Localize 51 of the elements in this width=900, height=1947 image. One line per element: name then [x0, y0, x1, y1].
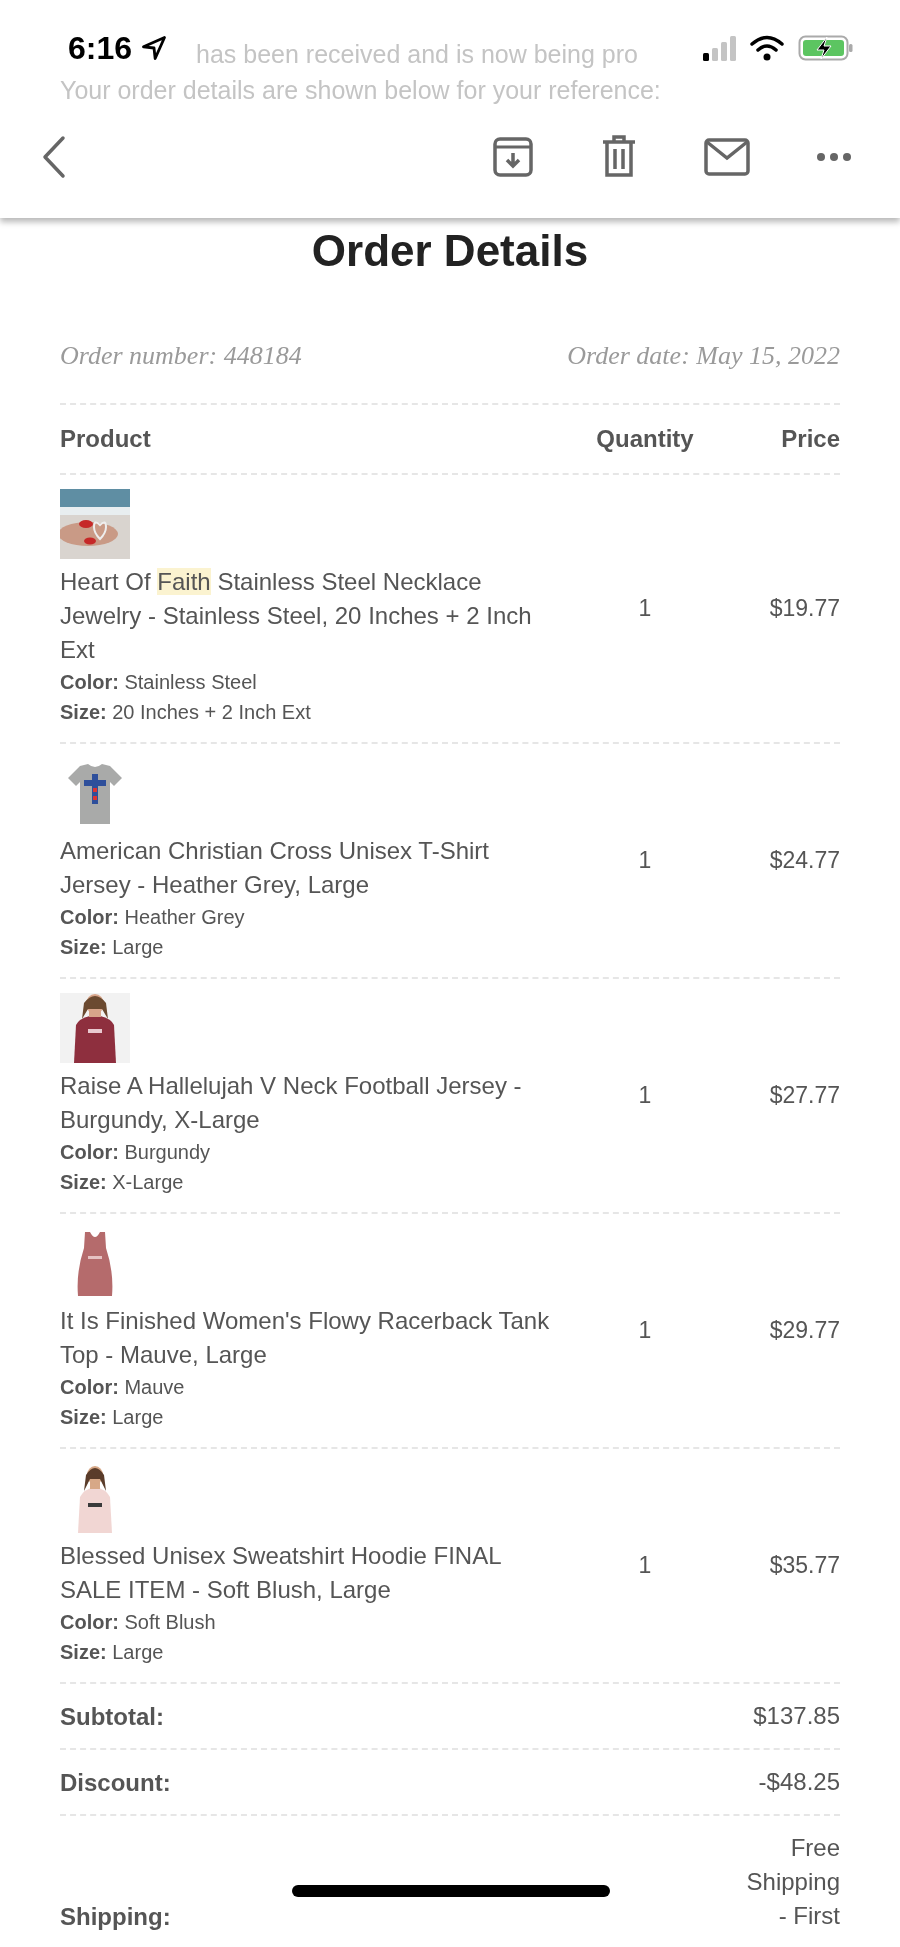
- product-size: Size: Large: [60, 935, 164, 960]
- page-title: Order Details: [311, 225, 589, 277]
- product-color: Color: Mauve: [60, 1375, 185, 1400]
- total-label: Shipping:: [60, 1902, 171, 1932]
- product-size: Size: Large: [60, 1405, 164, 1430]
- price: $35.77: [768, 1550, 840, 1580]
- archive-icon: [492, 136, 534, 178]
- product-color: Color: Stainless Steel: [60, 670, 257, 695]
- quantity: 1: [637, 1550, 653, 1580]
- product-name: Blessed Unisex Sweatshirt Hoodie FINAL SALE ITEM - Soft Blush, Large: [60, 1541, 502, 1605]
- email-text: has been received and is now being pro: [196, 39, 638, 70]
- quantity: 1: [637, 593, 653, 623]
- more-icon: [816, 152, 852, 162]
- order-number: Order number: 448184: [60, 340, 302, 372]
- price: $27.77: [768, 1080, 840, 1110]
- mail-button[interactable]: [704, 136, 750, 178]
- product-color: Color: Soft Blush: [60, 1610, 216, 1635]
- trash-icon: [601, 135, 637, 179]
- quantity: 1: [637, 1315, 653, 1345]
- email-text: Your order details are shown below for your reference:: [60, 75, 661, 106]
- product-size: Size: 20 Inches + 2 Inch Ext: [60, 700, 311, 725]
- product-name: It Is Finished Women's Flowy Racerback Tank Top - Mauve, Large: [60, 1306, 550, 1370]
- product-color: Color: Burgundy: [60, 1140, 211, 1165]
- product-size: Size: Large: [60, 1640, 164, 1665]
- signal-icon: [702, 35, 736, 61]
- back-chevron-icon: [41, 135, 67, 179]
- location-arrow-icon: [140, 34, 169, 62]
- total-value: Free Shipping - First: [745, 1833, 840, 1931]
- column-header: Quantity: [595, 424, 695, 454]
- total-value: -$48.25: [757, 1767, 840, 1797]
- product-size: Size: X-Large: [60, 1170, 184, 1195]
- total-label: Subtotal:: [60, 1702, 164, 1732]
- product-name: Heart Of Faith Stainless Steel Necklace Jewelry - Stainless Steel, 20 Inches + 2 Inch Ext: [60, 567, 533, 665]
- total-value: $137.85: [752, 1701, 840, 1731]
- price: $29.77: [768, 1315, 840, 1345]
- column-header: Price: [780, 424, 840, 454]
- battery-charging-icon: [798, 34, 854, 62]
- product-color: Color: Heather Grey: [60, 905, 245, 930]
- price: $19.77: [768, 593, 840, 623]
- total-label: Discount:: [60, 1768, 171, 1798]
- mail-icon: [704, 138, 750, 176]
- order-date: Order date: May 15, 2022: [567, 340, 840, 372]
- status-time: 6:16: [68, 29, 133, 68]
- product-name: Raise A Hallelujah V Neck Football Jersey - Burgundy, X-Large: [60, 1071, 523, 1135]
- column-header: Product: [60, 424, 152, 454]
- quantity: 1: [637, 1080, 653, 1110]
- wifi-icon: [750, 35, 784, 61]
- price: $24.77: [768, 845, 840, 875]
- product-name: American Christian Cross Unisex T-Shirt Jersey - Heather Grey, Large: [60, 836, 490, 900]
- archive-button[interactable]: [492, 136, 534, 178]
- quantity: 1: [637, 845, 653, 875]
